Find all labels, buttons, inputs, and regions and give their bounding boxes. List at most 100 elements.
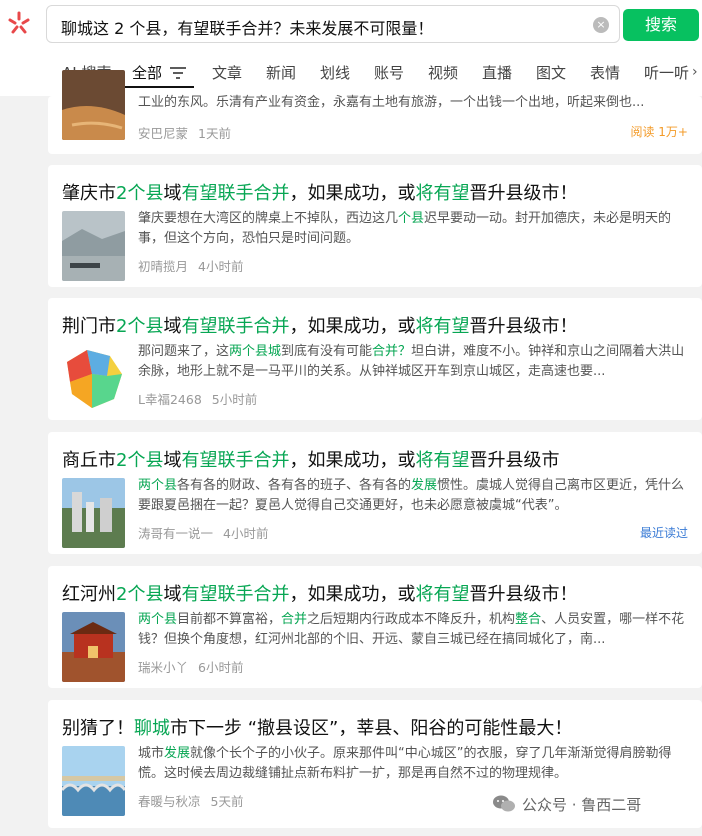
article-snippet: 肇庆要想在大湾区的牌桌上不掉队，西边这几个县迟早要动一动。封开加德庆，未必是明天… [138, 209, 688, 249]
article-author[interactable]: 安巴尼蒙 [138, 126, 188, 141]
article-meta: 初晴揽月 4小时前 [138, 256, 243, 275]
text-segment: 肇庆要想在大湾区的牌桌上不掉队，西边这几 [138, 211, 399, 226]
article-author[interactable]: 瑞米小丫 [138, 660, 188, 675]
tab-articles[interactable]: 文章 [212, 62, 242, 83]
article-snippet: 两个县各有各的财政、各有各的班子、各有各的发展惯性。虞城人觉得自己离市区更近，凭… [138, 476, 688, 516]
article-snippet: 那问题来了，这两个县城到底有没有可能合并？坦白讲，难度不小。钟祥和京山之间隔着大… [138, 342, 688, 382]
article-snippet: 两个县目前都不算富裕，合并之后短期内行政成本不降反升，机构整合、人员安置，哪一样… [138, 610, 688, 650]
article-title[interactable]: 肇庆市2个县域有望联手合并，如果成功，或将有望晋升县级市！ [62, 179, 577, 205]
text-segment: 晋升县级市！ [469, 316, 578, 337]
highlight-text: 两个县城 [229, 344, 282, 359]
result-card[interactable]: 工业的东风。乐清有产业有资金，永嘉有土地有旅游，一个出钱一个出地，听起来倒也..… [48, 70, 702, 154]
highlight-text: 将有望 [415, 183, 470, 204]
text-segment: 市下一步 “撤县设区”，莘县、阳谷的可能性最大！ [170, 718, 573, 739]
article-time: 4小时前 [198, 259, 244, 274]
article-thumbnail [62, 478, 125, 548]
text-segment: 域 [163, 316, 182, 337]
highlight-text: 合并 [281, 612, 308, 627]
text-segment: 别猜了！ [62, 718, 134, 739]
text-segment: 目前都不算富裕， [177, 612, 282, 627]
highlight-text: 个县 [398, 211, 425, 226]
tab-news[interactable]: 新闻 [266, 62, 296, 83]
article-time: 4小时前 [223, 526, 269, 541]
highlight-text: 合并？ [372, 344, 412, 359]
article-meta: 春暖与秋凉 5天前 [138, 791, 243, 810]
text-segment: 晋升县级市！ [469, 183, 578, 204]
article-meta: 涛哥有一说一 4小时前 [138, 523, 268, 542]
article-time: 1天前 [198, 126, 231, 141]
article-title[interactable]: 别猜了！聊城市下一步 “撤县设区”，莘县、阳谷的可能性最大！ [62, 714, 572, 740]
chevron-right-icon[interactable]: › [692, 64, 698, 80]
tab-all[interactable]: 全部 [132, 62, 162, 83]
tab-highlights[interactable]: 划线 [320, 62, 350, 83]
highlight-text: 2个县 [116, 316, 164, 337]
tab-stickers[interactable]: 表情 [590, 62, 620, 83]
text-segment: 晋升县级市！ [469, 584, 578, 605]
wechat-icon [493, 795, 515, 812]
text-segment: ，如果成功，或 [289, 584, 416, 605]
result-card[interactable]: 肇庆市2个县域有望联手合并，如果成功，或将有望晋升县级市！ 肇庆要想在大湾区的牌… [48, 165, 702, 287]
text-segment: 那问题来了，这 [138, 344, 230, 359]
text-segment: ，如果成功，或 [289, 316, 416, 337]
text-segment: 之后短期内行政成本不降反升，机构 [307, 612, 516, 627]
highlight-text: 2个县 [116, 183, 164, 204]
tab-live[interactable]: 直播 [482, 62, 512, 83]
article-author[interactable]: 初晴揽月 [138, 259, 188, 274]
highlight-text: 有望联手合并 [181, 183, 290, 204]
article-thumbnail [62, 746, 125, 816]
result-card[interactable]: 红河州2个县域有望联手合并，如果成功，或将有望晋升县级市！ 两个县目前都不算富裕… [48, 566, 702, 688]
sogou-logo-icon[interactable] [6, 10, 32, 36]
result-card[interactable]: 荆门市2个县域有望联手合并，如果成功，或将有望晋升县级市！ 那问题来了，这两个县… [48, 298, 702, 420]
highlight-text: 整合 [515, 612, 542, 627]
highlight-text: 将有望 [415, 316, 470, 337]
article-author[interactable]: L幸福2468 [138, 392, 202, 407]
text-segment: 就像个长个子的小伙子。原来那件叫“中心城区”的衣服，穿了几年渐渐觉得肩膀勒得慌。… [138, 746, 672, 781]
text-segment: 城市 [138, 746, 165, 761]
text-segment: 各有各的财政、各有各的班子、各有各的 [177, 478, 412, 493]
article-thumbnail [62, 344, 125, 414]
highlight-text: 将有望 [415, 584, 470, 605]
highlight-text: 有望联手合并 [181, 450, 290, 471]
text-segment: 到底有没有可能 [281, 344, 373, 359]
text-segment: 荆门市 [62, 316, 116, 337]
article-meta: 瑞米小丫 6小时前 [138, 657, 243, 676]
highlight-text: 发展 [411, 478, 438, 493]
article-thumbnail [62, 211, 125, 281]
article-meta: L幸福2468 5小时前 [138, 389, 257, 408]
article-time: 5小时前 [211, 392, 258, 407]
search-input[interactable]: 聊城这 2 个县，有望联手合并？未来发展不可限量！ × [46, 5, 620, 43]
search-button[interactable]: 搜索 [623, 9, 699, 41]
tab-accounts[interactable]: 账号 [374, 62, 404, 83]
article-title[interactable]: 荆门市2个县域有望联手合并，如果成功，或将有望晋升县级市！ [62, 312, 577, 338]
text-segment: 域 [163, 183, 182, 204]
highlight-text: 有望联手合并 [181, 584, 290, 605]
tab-videos[interactable]: 视频 [428, 62, 458, 83]
article-author[interactable]: 涛哥有一说一 [138, 526, 213, 541]
highlight-text: 有望联手合并 [181, 316, 290, 337]
highlight-text: 将有望 [415, 450, 470, 471]
text-segment: 域 [163, 584, 182, 605]
read-count-badge: 阅读 1万+ [630, 125, 688, 139]
text-segment: 肇庆市 [62, 183, 116, 204]
article-thumbnail [62, 612, 125, 682]
result-card[interactable]: 商丘市2个县域有望联手合并，如果成功，或将有望晋升县级市 两个县各有各的财政、各… [48, 432, 702, 554]
highlight-text: 2个县 [116, 450, 164, 471]
text-segment: 晋升县级市 [469, 450, 560, 471]
article-title[interactable]: 红河州2个县域有望联手合并，如果成功，或将有望晋升县级市！ [62, 580, 577, 606]
filter-icon[interactable] [170, 66, 186, 80]
article-time: 6小时前 [198, 660, 244, 675]
clear-icon[interactable]: × [593, 17, 609, 33]
tab-listen[interactable]: 听一听 [644, 62, 689, 83]
highlight-text: 发展 [164, 746, 191, 761]
recently-read-badge: 最近读过 [639, 526, 688, 540]
highlight-text: 聊城 [134, 718, 170, 739]
article-meta: 安巴尼蒙 1天前 [138, 123, 231, 142]
text-segment: 商丘市 [62, 450, 116, 471]
article-time: 5天前 [210, 794, 244, 809]
article-author[interactable]: 春暖与秋凉 [138, 794, 201, 809]
tab-image-text[interactable]: 图文 [536, 62, 566, 83]
search-query-text: 聊城这 2 个县，有望联手合并？未来发展不可限量！ [61, 19, 434, 38]
text-segment: 红河州 [62, 584, 116, 605]
article-snippet: 工业的东风。乐清有产业有资金，永嘉有土地有旅游，一个出钱一个出地，听起来倒也..… [138, 95, 645, 110]
article-title[interactable]: 商丘市2个县域有望联手合并，如果成功，或将有望晋升县级市 [62, 446, 559, 472]
